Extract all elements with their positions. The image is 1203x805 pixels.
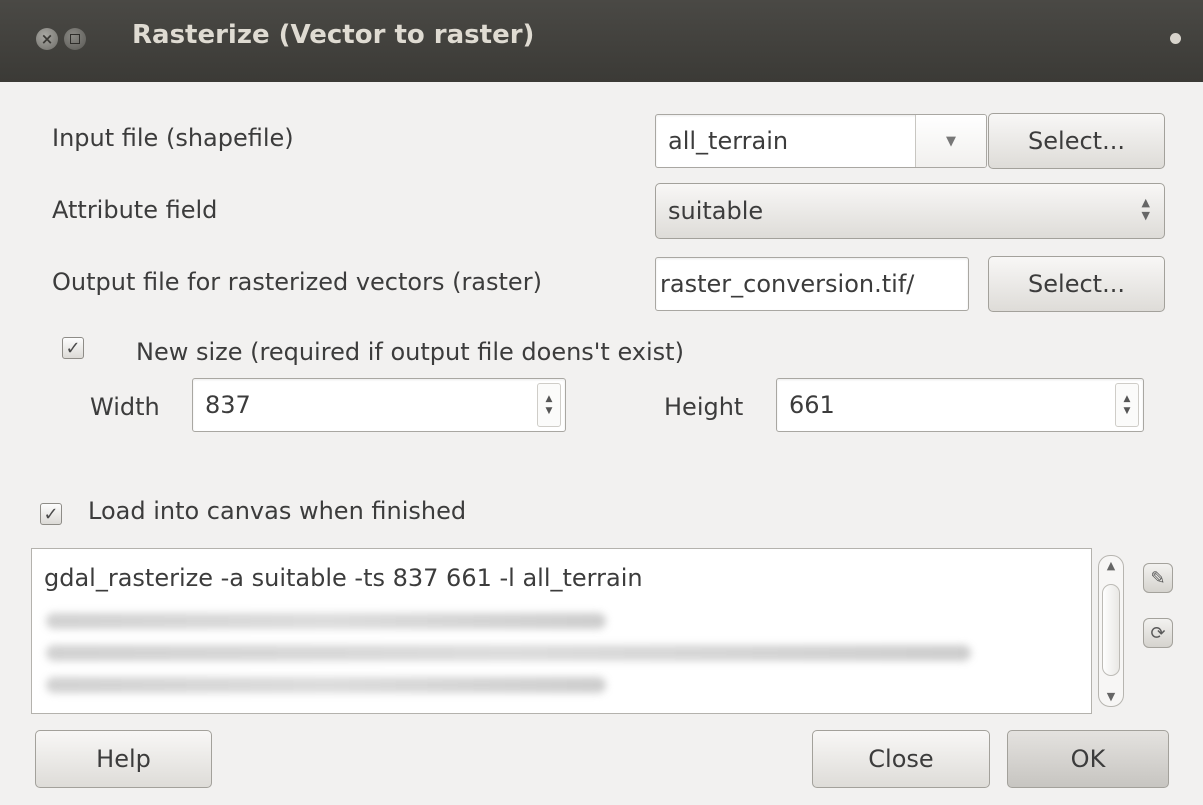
height-value: 661 xyxy=(789,391,835,419)
attribute-field-label: Attribute field xyxy=(52,196,218,224)
command-text: gdal_rasterize -a suitable -ts 837 661 -… xyxy=(44,564,643,592)
width-value: 837 xyxy=(205,391,251,419)
command-scrollbar[interactable]: ▲ ▼ xyxy=(1098,555,1124,707)
output-select-button[interactable]: Select... xyxy=(988,256,1165,312)
maximize-window-icon[interactable] xyxy=(64,28,86,50)
input-select-button[interactable]: Select... xyxy=(988,113,1165,169)
blurred-line xyxy=(46,645,971,661)
input-file-label: Input file (shapefile) xyxy=(52,124,294,152)
input-file-value: all_terrain xyxy=(668,127,789,155)
width-spinbox[interactable]: 837 ▲ ▼ xyxy=(192,378,566,432)
ok-button[interactable]: OK xyxy=(1007,730,1169,788)
new-size-checkbox[interactable]: ✓ xyxy=(62,337,84,359)
load-canvas-checkbox[interactable]: ✓ xyxy=(40,503,62,525)
scroll-down-icon[interactable]: ▼ xyxy=(1099,690,1123,703)
blurred-line xyxy=(46,677,606,693)
window-menu-icon[interactable] xyxy=(1170,33,1181,44)
close-window-icon[interactable]: × xyxy=(36,28,58,50)
scroll-up-icon[interactable]: ▲ xyxy=(1099,559,1123,572)
width-spin-arrows-icon[interactable]: ▲ ▼ xyxy=(537,383,561,427)
help-button[interactable]: Help xyxy=(35,730,212,788)
attribute-field-value: suitable xyxy=(668,197,764,225)
output-file-input[interactable]: /raster_conversion.tif xyxy=(655,257,969,311)
height-label: Height xyxy=(664,393,744,421)
new-size-label: New size (required if output file doens'… xyxy=(136,338,684,366)
reset-icon[interactable]: ⟳ xyxy=(1143,618,1173,648)
width-label: Width xyxy=(90,393,160,421)
blurred-line xyxy=(46,613,606,629)
command-textarea[interactable]: gdal_rasterize -a suitable -ts 837 661 -… xyxy=(31,548,1092,714)
updown-arrows-icon: ▲ ▼ xyxy=(1141,196,1150,222)
pencil-icon[interactable]: ✎ xyxy=(1143,563,1173,593)
load-canvas-label: Load into canvas when finished xyxy=(88,497,467,525)
input-file-combo[interactable]: all_terrain ▼ xyxy=(655,114,987,168)
close-button[interactable]: Close xyxy=(812,730,990,788)
output-file-value: /raster_conversion.tif xyxy=(660,270,915,298)
output-file-label: Output file for rasterized vectors (rast… xyxy=(52,268,542,296)
attribute-field-select[interactable]: suitable ▲ ▼ xyxy=(655,183,1165,239)
height-spinbox[interactable]: 661 ▲ ▼ xyxy=(776,378,1144,432)
height-spin-arrows-icon[interactable]: ▲ ▼ xyxy=(1115,383,1139,427)
window-title: Rasterize (Vector to raster) xyxy=(132,20,535,50)
scroll-thumb[interactable] xyxy=(1102,584,1120,676)
chevron-down-icon[interactable]: ▼ xyxy=(915,115,986,167)
title-bar: × Rasterize (Vector to raster) xyxy=(0,0,1203,82)
